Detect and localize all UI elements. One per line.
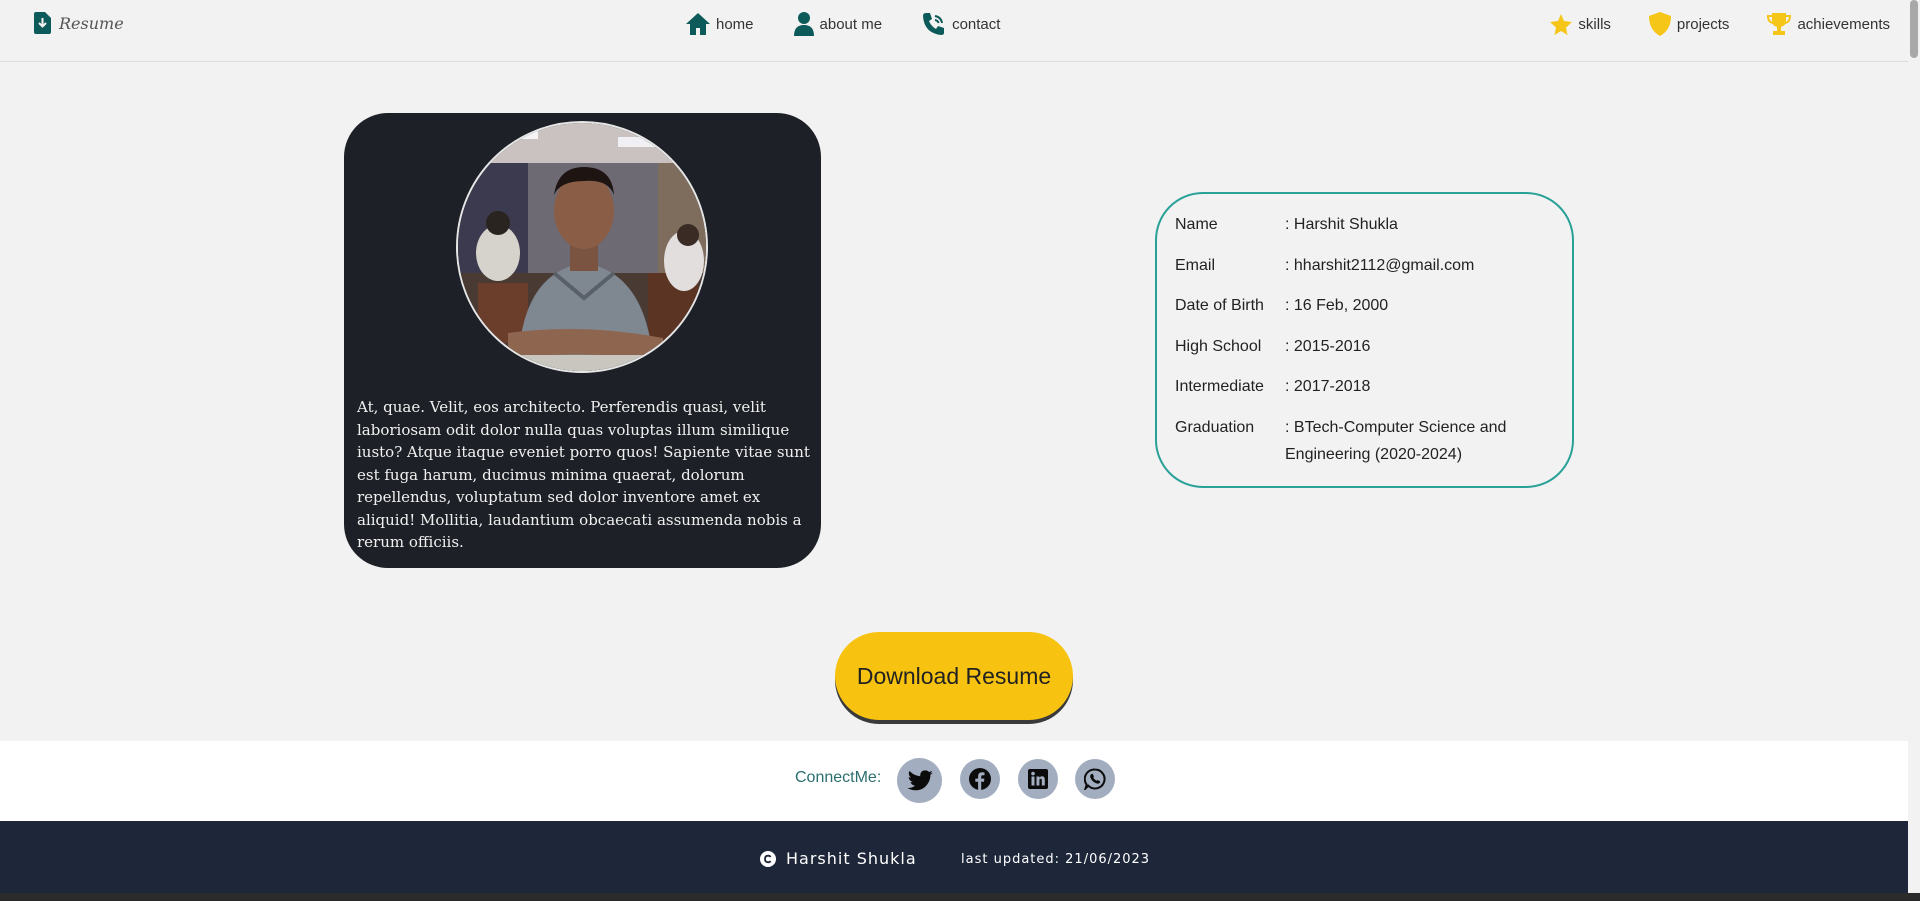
facebook-icon <box>969 768 991 790</box>
info-value: : 16 Feb, 2000 <box>1285 297 1389 314</box>
info-value: : BTech-Computer Science and Engineering… <box>1285 419 1507 463</box>
nav-projects-label: projects <box>1676 15 1730 33</box>
info-row-intermediate: Intermediate : 2017-2018 <box>1175 378 1555 400</box>
file-download-icon <box>34 12 51 34</box>
footer: Harshit Shukla last updated: 21/06/2023 <box>0 821 1908 893</box>
profile-card: At, quae. Velit, eos architecto. Perfere… <box>344 113 821 568</box>
info-row-graduation: Graduation : BTech-Computer Science and … <box>1175 419 1555 468</box>
info-card: Name : Harshit Shukla Email : hharshit21… <box>1155 192 1574 488</box>
nav-skills-label: skills <box>1578 15 1611 33</box>
facebook-link[interactable] <box>960 759 1000 799</box>
connect-label: ConnectMe: <box>795 769 882 786</box>
scrollbar-thumb[interactable] <box>1910 0 1918 58</box>
linkedin-icon <box>1028 769 1048 789</box>
nav-achievements-label: achievements <box>1797 15 1890 33</box>
info-label: Email <box>1175 257 1216 274</box>
info-label: High School <box>1175 338 1262 355</box>
nav-skills[interactable]: skills <box>1550 12 1611 36</box>
info-value: : hharshit2112@gmail.com <box>1285 257 1475 274</box>
linkedin-link[interactable] <box>1018 759 1058 799</box>
nav-home-label: home <box>716 15 754 33</box>
copyright: Harshit Shukla <box>760 849 917 868</box>
connect-bar: ConnectMe: <box>0 741 1908 821</box>
info-label: Date of Birth <box>1175 297 1264 314</box>
info-row-name: Name : Harshit Shukla <box>1175 216 1555 238</box>
last-updated: last updated: 21/06/2023 <box>961 852 1151 867</box>
nav-about-label: about me <box>819 15 883 33</box>
info-label: Graduation <box>1175 419 1255 436</box>
shield-icon <box>1648 12 1671 36</box>
twitter-icon <box>906 769 933 790</box>
profile-photo <box>458 123 706 371</box>
twitter-link[interactable] <box>897 758 942 803</box>
nav-right: skills projects achievements <box>1550 12 1890 36</box>
brand-link[interactable]: Resume <box>34 12 124 34</box>
star-icon <box>1550 13 1573 35</box>
scrollbar[interactable] <box>1908 0 1920 893</box>
info-row-high-school: High School : 2015-2016 <box>1175 338 1555 360</box>
nav-achievements[interactable]: achievements <box>1767 12 1890 36</box>
avatar <box>456 121 708 373</box>
trophy-icon <box>1767 13 1792 35</box>
phone-icon <box>923 13 945 35</box>
info-label: Name <box>1175 216 1218 233</box>
info-value: : 2017-2018 <box>1285 378 1371 395</box>
nav-home[interactable]: home <box>686 12 754 36</box>
info-label: Intermediate <box>1175 378 1264 395</box>
user-icon <box>793 12 814 36</box>
bottom-strip <box>0 893 1920 901</box>
bio-text: At, quae. Velit, eos architecto. Perfere… <box>357 398 810 551</box>
whatsapp-link[interactable] <box>1075 759 1115 799</box>
info-value: : 2015-2016 <box>1285 338 1371 355</box>
whatsapp-icon <box>1084 768 1106 790</box>
footer-name: Harshit Shukla <box>786 849 917 868</box>
copyright-icon <box>760 850 776 867</box>
info-row-email: Email : hharshit2112@gmail.com <box>1175 257 1555 279</box>
nav-about[interactable]: about me <box>793 12 883 36</box>
home-icon <box>686 13 710 35</box>
nav-contact[interactable]: contact <box>922 12 1000 36</box>
nav-contact-label: contact <box>952 15 1001 33</box>
nav-center: home about me contact <box>686 12 1000 36</box>
navbar: Resume home about me contact skills proj… <box>0 0 1908 62</box>
info-value: : Harshit Shukla <box>1285 216 1398 233</box>
brand-label: Resume <box>59 13 124 33</box>
info-row-dob: Date of Birth : 16 Feb, 2000 <box>1175 297 1555 319</box>
download-resume-button[interactable]: Download Resume <box>835 632 1073 720</box>
nav-projects[interactable]: projects <box>1648 12 1730 36</box>
